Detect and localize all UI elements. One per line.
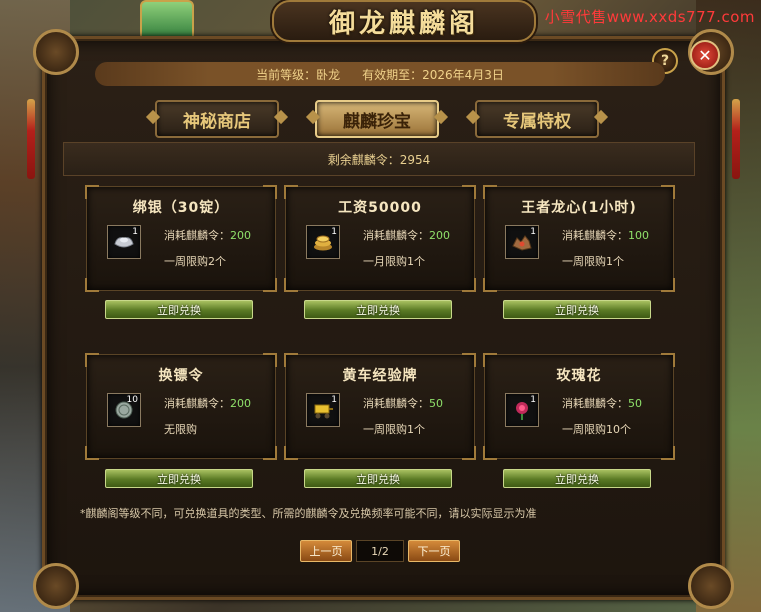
item-name: 绑银（30锭） — [132, 200, 230, 216]
tab-bar: 神秘商店 麒麟珍宝 专属特权 — [155, 100, 599, 138]
item-cost-value: 50 — [628, 397, 642, 410]
shop-item-card: 工资50000 1 消耗麒麟令：200 一月限购1个 — [284, 185, 476, 292]
tab-exclusive-privileges[interactable]: 专属特权 — [475, 100, 599, 138]
item-slot[interactable]: 1 — [505, 393, 539, 427]
item-name: 工资50000 — [338, 200, 422, 216]
item-cost-value: 50 — [429, 397, 443, 410]
membership-info-strip: 当前等级：卧龙 有效期至：2026年4月3日 — [95, 62, 665, 86]
item-quantity: 1 — [530, 227, 536, 237]
window-title: 御龙麒麟阁 — [328, 8, 479, 39]
item-cost-value: 200 — [230, 397, 251, 410]
item-slot[interactable]: 1 — [505, 225, 539, 259]
shop-item-card: 绑银（30锭） 1 消耗麒麟令：200 一周限购2个 — [85, 185, 277, 292]
tab-qilin-treasures[interactable]: 麒麟珍宝 — [315, 100, 439, 138]
window-title-plate: 御龙麒麟阁 — [272, 0, 536, 42]
redeem-button[interactable]: 立即兑换 — [503, 300, 651, 319]
seller-watermark: 小雪代售www.xxds777.com — [544, 8, 755, 26]
shop-item-card: 王者龙心(1小时) 1 消耗麒麟令：100 一周限购1个 — [483, 185, 675, 292]
item-name: 王者龙心(1小时) — [521, 200, 637, 216]
item-slot[interactable]: 1 — [107, 225, 141, 259]
item-cost: 消耗麒麟令：200 — [363, 229, 450, 242]
frame-corner-ornament — [33, 29, 79, 75]
item-name: 玫瑰花 — [556, 368, 602, 384]
item-cost: 消耗麒麟令：50 — [363, 397, 443, 410]
item-slot[interactable]: 1 — [306, 393, 340, 427]
item-name: 黄车经验牌 — [342, 368, 418, 384]
item-quantity: 1 — [331, 227, 337, 237]
red-tassel-ornament — [732, 99, 740, 179]
purchase-limit: 一周限购1个 — [562, 255, 624, 268]
item-quantity: 10 — [126, 395, 138, 405]
redeem-button[interactable]: 立即兑换 — [304, 469, 452, 488]
current-level-label: 当前等级：卧龙 — [256, 67, 341, 82]
frame-corner-ornament — [33, 563, 79, 609]
next-page-button[interactable]: 下一页 — [408, 540, 460, 562]
purchase-limit: 一周限购10个 — [562, 423, 631, 436]
item-cost-value: 200 — [429, 229, 450, 242]
expiry-date-label: 有效期至：2026年4月3日 — [362, 67, 504, 82]
redeem-button[interactable]: 立即兑换 — [105, 300, 253, 319]
frame-corner-ornament — [688, 563, 734, 609]
item-quantity: 1 — [132, 227, 138, 237]
item-slot[interactable]: 10 — [107, 393, 141, 427]
redeem-button[interactable]: 立即兑换 — [105, 469, 253, 488]
disclaimer-note: *麒麟阁等级不同，可兑换道具的类型、所需的麒麟令及兑换频率可能不同，请以实际显示… — [80, 507, 537, 520]
purchase-limit: 一周限购1个 — [363, 423, 425, 436]
tab-mystery-shop[interactable]: 神秘商店 — [155, 100, 279, 138]
item-cost: 消耗麒麟令：200 — [164, 397, 251, 410]
shop-item-card: 玫瑰花 1 消耗麒麟令：50 一周限购10个 — [483, 353, 675, 460]
item-cost: 消耗麒麟令：50 — [562, 397, 642, 410]
pagination: 上一页 1/2 下一页 — [300, 540, 460, 562]
purchase-limit: 一周限购2个 — [164, 255, 226, 268]
page-indicator: 1/2 — [356, 540, 404, 562]
item-slot[interactable]: 1 — [306, 225, 340, 259]
item-quantity: 1 — [331, 395, 337, 405]
item-cost-value: 200 — [230, 229, 251, 242]
prev-page-button[interactable]: 上一页 — [300, 540, 352, 562]
remaining-tokens-bar: 剩余麒麟令：2954 — [63, 142, 695, 176]
close-button[interactable]: ✕ — [690, 40, 720, 70]
item-cost-value: 100 — [628, 229, 649, 242]
red-tassel-ornament — [27, 99, 35, 179]
item-cost: 消耗麒麟令：100 — [562, 229, 649, 242]
remaining-tokens-label: 剩余麒麟令：2954 — [327, 152, 431, 167]
redeem-button[interactable]: 立即兑换 — [304, 300, 452, 319]
purchase-limit: 无限购 — [164, 423, 197, 436]
item-quantity: 1 — [530, 395, 536, 405]
redeem-button[interactable]: 立即兑换 — [503, 469, 651, 488]
purchase-limit: 一月限购1个 — [363, 255, 425, 268]
item-cost: 消耗麒麟令：200 — [164, 229, 251, 242]
item-name: 换镖令 — [158, 368, 204, 384]
shop-item-card: 换镖令 10 消耗麒麟令：200 无限购 — [85, 353, 277, 460]
shop-item-card: 黄车经验牌 1 消耗麒麟令：50 一周限购1个 — [284, 353, 476, 460]
